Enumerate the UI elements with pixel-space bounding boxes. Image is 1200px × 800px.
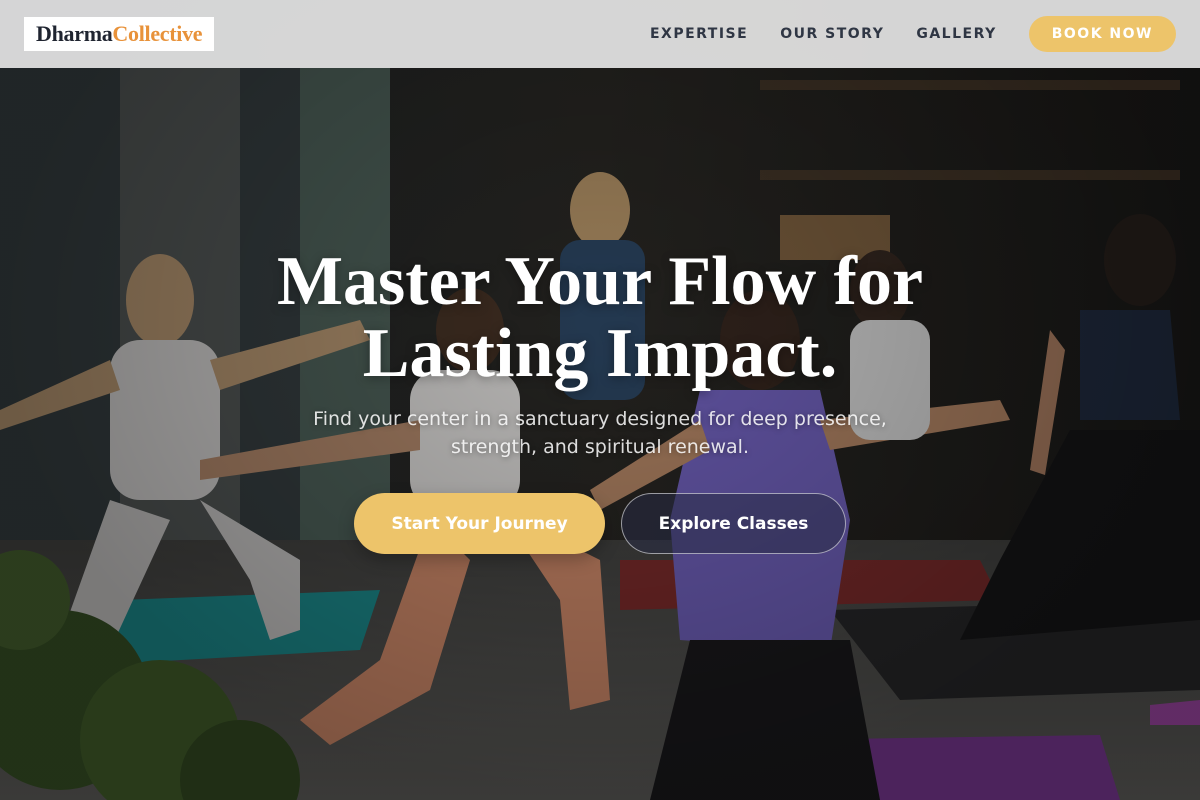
brand-logo[interactable]: Dharma Collective bbox=[24, 17, 215, 51]
site-header: Dharma Collective EXPERTISE OUR STORY GAL… bbox=[0, 0, 1200, 68]
explore-classes-button[interactable]: Explore Classes bbox=[621, 493, 846, 554]
hero-overlay bbox=[0, 0, 1200, 800]
hero-title: Master Your Flow for Lasting Impact. bbox=[200, 246, 1000, 390]
hero-title-line1: Master Your Flow for bbox=[276, 243, 924, 320]
nav-link-expertise[interactable]: EXPERTISE bbox=[650, 26, 748, 42]
hero-subtitle-line1: Find your center in a sanctuary designed… bbox=[313, 408, 887, 430]
nav-link-gallery[interactable]: GALLERY bbox=[916, 26, 996, 42]
hero-background bbox=[0, 0, 1200, 800]
nav-link-our-story[interactable]: OUR STORY bbox=[780, 26, 884, 42]
hero-title-line2: Lasting Impact. bbox=[362, 315, 838, 392]
start-journey-button[interactable]: Start Your Journey bbox=[354, 493, 605, 554]
brand-name-part1: Dharma bbox=[36, 21, 113, 46]
hero-subtitle-line2: strength, and spiritual renewal. bbox=[451, 436, 749, 458]
hero-subtitle: Find your center in a sanctuary designed… bbox=[280, 405, 920, 461]
book-now-button[interactable]: BOOK NOW bbox=[1028, 16, 1176, 52]
brand-name-part2: Collective bbox=[112, 21, 203, 46]
main-nav: EXPERTISE OUR STORY GALLERY BOOK NOW bbox=[650, 0, 1176, 68]
